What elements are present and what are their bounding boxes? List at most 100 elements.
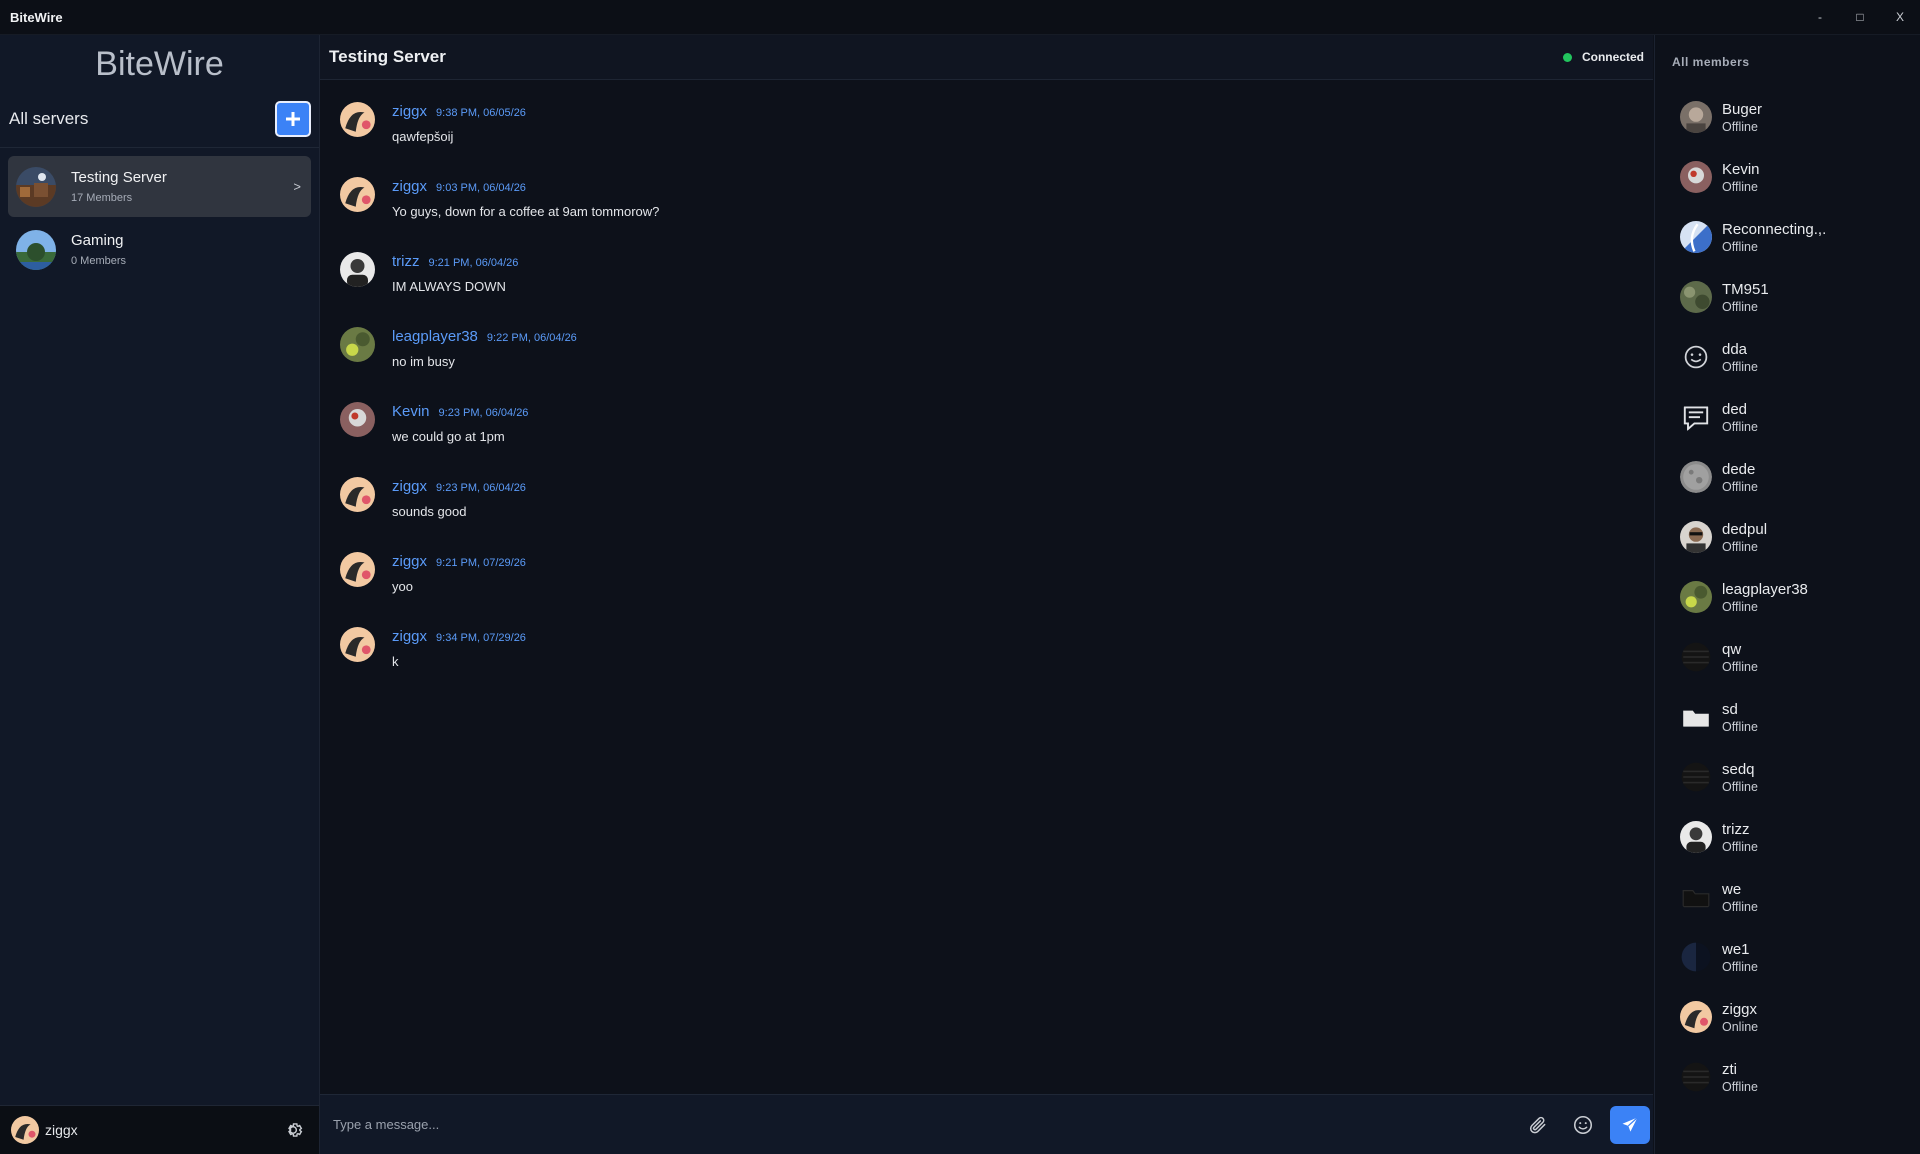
message-text: Yo guys, down for a coffee at 9am tommor… [392, 204, 660, 219]
member-status: Online [1722, 1019, 1759, 1034]
member-item[interactable]: sedq Offline [1655, 747, 1920, 807]
message-author[interactable]: Kevin [392, 403, 430, 420]
server-member-count: 0 Members [71, 255, 127, 267]
avatar[interactable] [340, 327, 375, 362]
member-name: leagplayer38 [1722, 580, 1808, 598]
member-item[interactable]: Kevin Offline [1655, 147, 1920, 207]
avatar [1680, 401, 1712, 433]
avatar[interactable] [340, 627, 375, 662]
member-name: qw [1722, 640, 1742, 658]
message-author[interactable]: trizz [392, 253, 420, 270]
member-name: dedpul [1722, 520, 1768, 538]
member-item[interactable]: dedpul Offline [1655, 507, 1920, 567]
member-item[interactable]: TM951 Offline [1655, 267, 1920, 327]
member-name: Kevin [1722, 160, 1760, 178]
message-composer [320, 1094, 1653, 1154]
avatar [1680, 1001, 1712, 1033]
avatar[interactable] [11, 1116, 39, 1144]
message: trizz 9:21 PM, 06/04/26 IM ALWAYS DOWN [340, 242, 1653, 317]
server-member-count: 17 Members [71, 192, 133, 204]
member-status: Offline [1722, 599, 1758, 614]
paperclip-icon[interactable] [1525, 1112, 1551, 1138]
avatar[interactable] [340, 252, 375, 287]
message-author[interactable]: ziggx [392, 178, 427, 195]
member-status: Offline [1722, 959, 1758, 974]
send-button[interactable] [1610, 1105, 1650, 1144]
server-item-gaming[interactable]: Gaming 0 Members [8, 219, 311, 280]
message-timestamp: 9:34 PM, 07/29/26 [436, 632, 526, 644]
title-bar: BiteWire - □ X [0, 0, 1920, 35]
message-text: IM ALWAYS DOWN [392, 279, 506, 294]
gear-icon[interactable] [284, 1119, 306, 1141]
close-button[interactable]: X [1880, 0, 1920, 34]
avatar [1680, 881, 1712, 913]
member-status: Offline [1722, 839, 1758, 854]
message: Kevin 9:23 PM, 06/04/26 we could go at 1… [340, 392, 1653, 467]
servers-header: All servers [0, 91, 319, 148]
avatar [1680, 581, 1712, 613]
member-status: Offline [1722, 779, 1758, 794]
member-status: Offline [1722, 359, 1758, 374]
message-input[interactable] [320, 1103, 1506, 1146]
member-item[interactable]: leagplayer38 Offline [1655, 567, 1920, 627]
member-name: trizz [1722, 820, 1750, 838]
message-author[interactable]: ziggx [392, 478, 427, 495]
member-item[interactable]: Buger Offline [1655, 87, 1920, 147]
message-text: sounds good [392, 504, 467, 519]
member-item[interactable]: we1 Offline [1655, 927, 1920, 987]
member-name: zti [1722, 1060, 1737, 1078]
message: leagplayer38 9:22 PM, 06/04/26 no im bus… [340, 317, 1653, 392]
message-author[interactable]: ziggx [392, 103, 427, 120]
avatar [1680, 461, 1712, 493]
member-name: sd [1722, 700, 1738, 718]
message-author[interactable]: ziggx [392, 628, 427, 645]
avatar [1680, 281, 1712, 313]
member-item[interactable]: ziggx Online [1655, 987, 1920, 1047]
avatar[interactable] [340, 477, 375, 512]
server-sidebar: BiteWire All servers Testing Server 17 M… [0, 35, 320, 1154]
connection-status: Connected [1562, 50, 1644, 64]
member-name: dede [1722, 460, 1756, 478]
member-item[interactable]: we Offline [1655, 867, 1920, 927]
avatar [1680, 101, 1712, 133]
maximize-button[interactable]: □ [1840, 0, 1880, 34]
member-status: Offline [1722, 899, 1758, 914]
chat-panel: Testing Server Connected ziggx 9:38 PM, … [320, 35, 1653, 1154]
avatar[interactable] [340, 402, 375, 437]
avatar [1680, 1061, 1712, 1093]
avatar[interactable] [340, 102, 375, 137]
member-item[interactable]: zti Offline [1655, 1047, 1920, 1107]
member-status: Offline [1722, 1079, 1758, 1094]
server-item-testing-server[interactable]: Testing Server 17 Members > [8, 156, 311, 217]
message-author[interactable]: ziggx [392, 553, 427, 570]
message-timestamp: 9:21 PM, 06/04/26 [428, 257, 519, 269]
channel-title: Testing Server [329, 47, 446, 66]
message-author[interactable]: leagplayer38 [392, 328, 478, 345]
user-panel: ziggx [0, 1105, 319, 1154]
member-item[interactable]: qw Offline [1655, 627, 1920, 687]
member-item[interactable]: dda Offline [1655, 327, 1920, 387]
member-item[interactable]: dede Offline [1655, 447, 1920, 507]
member-item[interactable]: trizz Offline [1655, 807, 1920, 867]
members-panel: All members Buger Offline Kevin Offline Re… [1654, 35, 1920, 1154]
status-dot-icon [1562, 52, 1572, 62]
member-name: sedq [1722, 760, 1755, 778]
avatar[interactable] [340, 177, 375, 212]
avatar [1680, 221, 1712, 253]
message-timestamp: 9:23 PM, 06/04/26 [438, 407, 529, 419]
message: ziggx 9:34 PM, 07/29/26 k [340, 617, 1653, 692]
message-timestamp: 9:03 PM, 06/04/26 [436, 182, 526, 194]
server-name: Gaming [71, 232, 124, 249]
member-item[interactable]: ded Offline [1655, 387, 1920, 447]
avatar[interactable] [340, 552, 375, 587]
member-item[interactable]: Reconnecting.,. Offline [1655, 207, 1920, 267]
message: ziggx 9:23 PM, 06/04/26 sounds good [340, 467, 1653, 542]
member-item[interactable]: sd Offline [1655, 687, 1920, 747]
add-server-button[interactable] [275, 101, 311, 137]
avatar [1680, 821, 1712, 853]
message-timestamp: 9:23 PM, 06/04/26 [436, 482, 526, 494]
minimize-button[interactable]: - [1800, 0, 1840, 34]
emoji-icon[interactable] [1570, 1112, 1596, 1138]
chat-header: Testing Server Connected [320, 35, 1653, 80]
member-name: ded [1722, 400, 1748, 418]
